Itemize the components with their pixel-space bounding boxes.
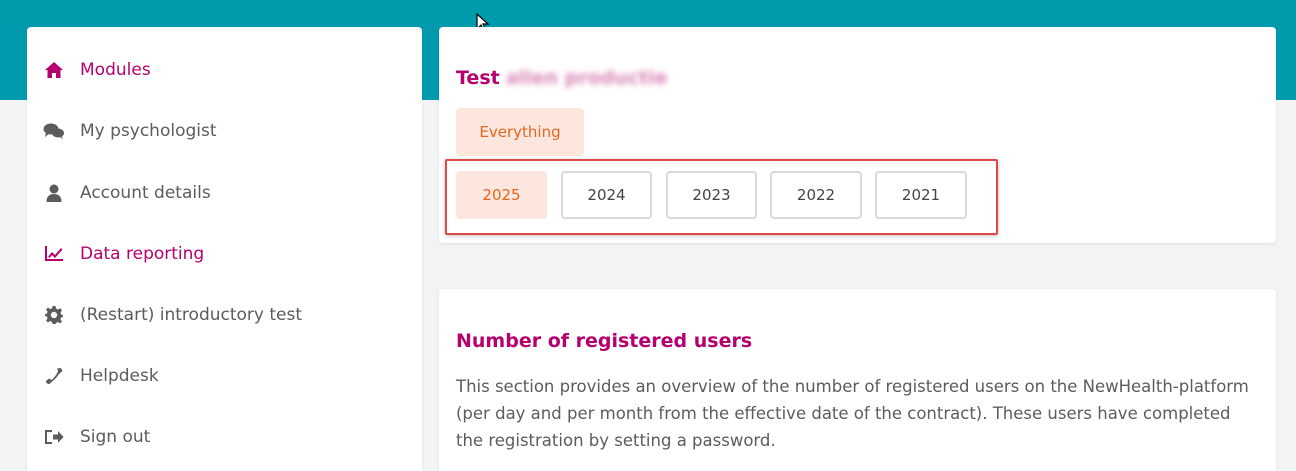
chart-icon [43, 245, 65, 263]
sidebar-item-label: Modules [80, 60, 151, 80]
redacted-title-text: allen productie [505, 67, 668, 89]
phone-icon [43, 367, 65, 385]
sidebar: Modules My psychologist Account details … [27, 27, 422, 471]
gear-icon [43, 306, 65, 324]
sidebar-item-label: Account details [80, 183, 211, 203]
section-description: This section provides an overview of the… [456, 377, 1249, 450]
sidebar-item-label: My psychologist [80, 121, 217, 141]
sidebar-item-label: (Restart) introductory test [80, 305, 303, 325]
sidebar-item-restart-introductory-test[interactable]: (Restart) introductory test [43, 300, 302, 330]
sidebar-item-helpdesk[interactable]: Helpdesk [43, 361, 159, 391]
filter-everything-button[interactable]: Everything [456, 108, 584, 156]
sidebar-item-label: Sign out [80, 427, 151, 447]
sidebar-item-sign-out[interactable]: Sign out [43, 422, 150, 452]
annotation-highlight-box [445, 159, 998, 235]
sidebar-item-data-reporting[interactable]: Data reporting [43, 239, 204, 269]
sidebar-item-label: Helpdesk [80, 366, 159, 386]
chat-icon [43, 122, 65, 140]
section-title: Number of registered users [456, 330, 753, 352]
home-icon [43, 61, 65, 79]
test-title-text: Test [456, 67, 500, 89]
user-icon [43, 184, 65, 202]
sidebar-item-account-details[interactable]: Account details [43, 178, 211, 208]
sidebar-item-my-psychologist[interactable]: My psychologist [43, 116, 217, 146]
sign-out-icon [43, 428, 65, 446]
page-title: Test allen productie [456, 67, 668, 89]
sidebar-item-modules[interactable]: Modules [43, 55, 151, 85]
sidebar-item-label: Data reporting [80, 244, 205, 264]
